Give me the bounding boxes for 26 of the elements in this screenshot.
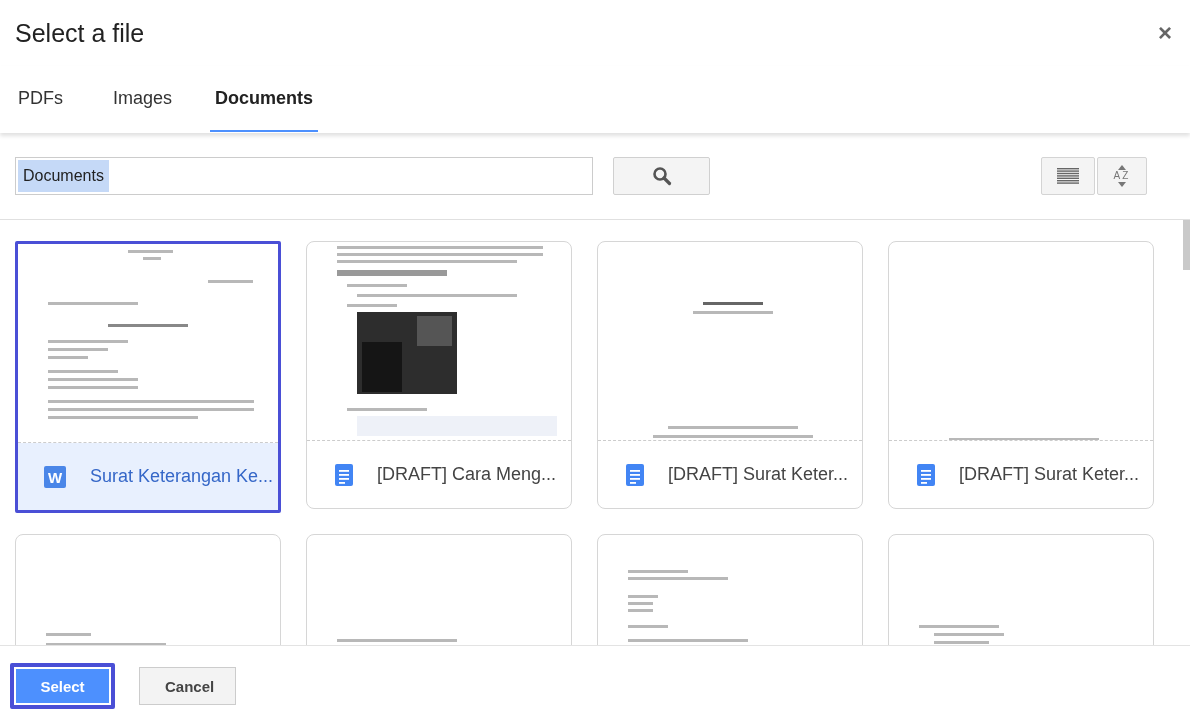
file-name: Surat Keterangan Ke...	[90, 466, 274, 487]
up-arrow-icon	[1118, 165, 1126, 170]
word-file-icon: W	[44, 465, 66, 488]
file-name: [DRAFT] Surat Keter...	[668, 464, 849, 485]
document-icon	[626, 463, 644, 486]
file-name: [DRAFT] Surat Keter...	[959, 464, 1140, 485]
file-card[interactable]: [DRAFT] Surat Keter...	[597, 241, 863, 509]
search-button[interactable]	[613, 157, 710, 195]
down-arrow-icon	[1118, 182, 1126, 187]
scrollbar-thumb[interactable]	[1183, 220, 1190, 270]
document-icon	[917, 463, 935, 486]
list-icon	[1057, 168, 1079, 184]
list-view-button[interactable]	[1041, 157, 1095, 195]
close-button[interactable]: ×	[1154, 19, 1176, 47]
file-name: [DRAFT] Cara Meng...	[377, 464, 557, 485]
file-card[interactable]: [DRAFT] Cara Meng...	[306, 241, 572, 509]
search-field[interactable]: Documents	[15, 157, 593, 195]
tab[interactable]: PDFs	[0, 66, 93, 132]
tab[interactable]: Images	[95, 66, 191, 132]
tab[interactable]: Documents	[210, 66, 319, 132]
sort-button[interactable]: AZ	[1097, 157, 1147, 195]
file-card[interactable]: W Surat Keterangan Ke...	[15, 241, 281, 513]
file-card[interactable]: [DRAFT] Surat Keter...	[888, 241, 1154, 509]
document-icon	[335, 463, 353, 486]
dialog-title: Select a file	[15, 18, 145, 48]
search-icon	[651, 166, 672, 186]
